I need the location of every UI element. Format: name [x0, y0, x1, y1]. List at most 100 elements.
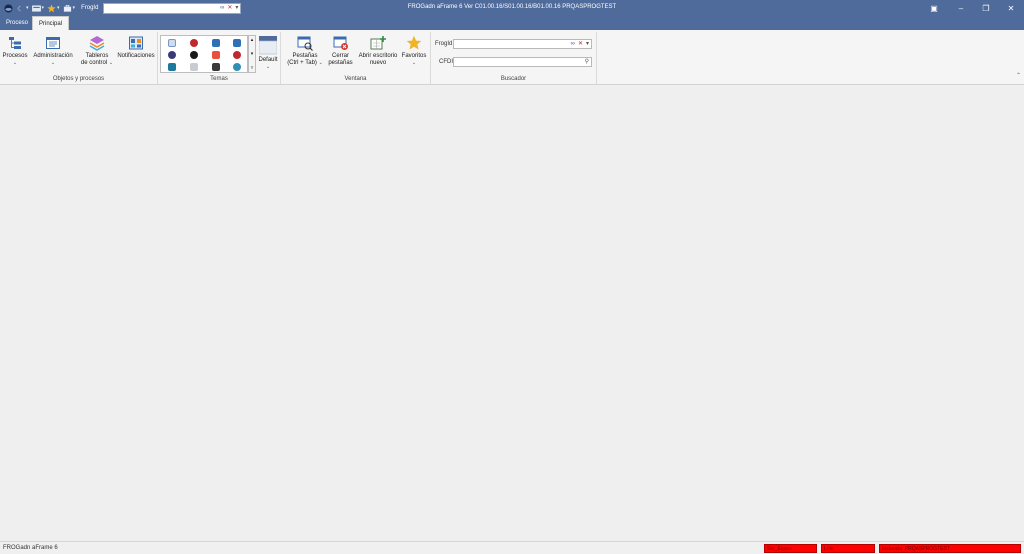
tableros-label-2-text: de control [80, 60, 108, 66]
tab-principal[interactable]: Principal [32, 16, 70, 30]
group-objetos-y-procesos: Procesos ⌄ Administración ⌄ Tableros de … [0, 32, 158, 84]
chevron-down-icon: ⌄ [12, 60, 18, 66]
chevron-down-icon: ▾ [72, 5, 76, 11]
group-temas: ▴ ▾ ▿ Default ⌄ Temas [158, 32, 281, 84]
close-button[interactable]: ✕ [998, 0, 1024, 16]
chevron-down-icon: ▾ [26, 5, 29, 11]
tab-proceso[interactable]: Proceso [0, 16, 34, 30]
theme-swatch-8[interactable] [233, 51, 241, 59]
theme-swatch-5[interactable] [168, 51, 176, 59]
status-app-name: FROGadn aFrame 6 [3, 545, 58, 551]
undo-button[interactable]: ▾ [16, 2, 29, 14]
tableros-icon [89, 36, 105, 51]
star-icon [47, 3, 56, 12]
theme-swatch-4[interactable] [233, 39, 241, 47]
frogid-quick-search[interactable]: ∞ ✕ ▾ [103, 2, 242, 14]
cerrar-pestanas-button[interactable]: Cerrar pestañas [327, 35, 354, 67]
title-bar: ▾ ▾ ▾ ▾ FrogId ∞ ✕ ▾ FROGadn aFrame 6 Ve… [0, 0, 1024, 16]
frogid-search-label: FrogId [435, 41, 453, 47]
frogid-label: FrogId [81, 5, 99, 11]
notificaciones-label: Notificaciones [117, 53, 155, 59]
administracion-icon [46, 37, 60, 49]
maximize-button[interactable]: ❐ [973, 0, 999, 16]
gallery-expand-icon[interactable]: ▿ [251, 65, 254, 71]
theme-gallery-scroll[interactable]: ▴ ▾ ▿ [248, 35, 256, 73]
administracion-button[interactable]: Administración ⌄ [33, 35, 73, 67]
status-panel-1: Ser_Espeo [764, 544, 817, 553]
scroll-up-icon[interactable]: ▴ [251, 37, 254, 43]
notificaciones-button[interactable]: Notificaciones [117, 35, 155, 60]
star-icon [406, 35, 422, 50]
binoculars-icon[interactable]: ∞ [571, 41, 575, 47]
quick-access-toolbar: ▾ ▾ ▾ ▾ FrogId ∞ ✕ ▾ [4, 2, 242, 14]
pestanas-label-1: Pestañas [292, 53, 318, 59]
layout-icon [31, 5, 41, 11]
chevron-down-icon: ⌄ [50, 60, 56, 66]
restore-layout-button[interactable]: ▣ [921, 0, 947, 16]
tableros-label-1: Tableros [85, 53, 109, 59]
cerrar-label-1: Cerrar [331, 53, 349, 59]
procesos-label: Procesos [2, 53, 28, 59]
clear-icon[interactable]: ✕ [227, 5, 232, 11]
theme-swatch-1[interactable] [168, 39, 176, 47]
frogid-search-input[interactable]: ∞ ✕ ▾ [453, 39, 592, 49]
collapse-ribbon-icon[interactable]: ⌃ [1016, 72, 1021, 79]
theme-swatch-11[interactable] [212, 63, 220, 71]
theme-swatch-3[interactable] [212, 39, 220, 47]
tools-quick-button[interactable]: ▾ [63, 2, 76, 14]
chevron-down-icon: ⌄ [108, 60, 114, 66]
group-buscador: FrogId ∞ ✕ ▾ CFDI ⚲ Buscador [431, 32, 597, 84]
panel-icon: ▣ [930, 3, 938, 13]
cfdi-search-input[interactable]: ⚲ [453, 57, 592, 67]
theme-gallery[interactable] [160, 35, 248, 73]
search-icon[interactable]: ⚲ [585, 59, 589, 65]
tableros-de-control-button[interactable]: Tableros de control ⌄ [80, 35, 114, 67]
theme-swatch-9[interactable] [168, 63, 176, 71]
procesos-button[interactable]: Procesos ⌄ [2, 35, 28, 67]
layout-button[interactable]: ▾ [31, 2, 45, 14]
abrir-escritorio-button[interactable]: Abrir escritorio nuevo [357, 35, 399, 67]
briefcase-icon [63, 4, 71, 12]
ribbon: Procesos ⌄ Administración ⌄ Tableros de … [0, 30, 1024, 85]
pestanas-label-2-text: (Ctrl + Tab) [287, 60, 317, 66]
pestanas-button[interactable]: Pestañas (Ctrl + Tab) ⌄ [284, 35, 326, 67]
favoritos-label: Favoritos [401, 53, 427, 59]
pestanas-icon [297, 36, 313, 51]
theme-swatch-7[interactable] [212, 51, 220, 59]
status-panel-2: Lote [821, 544, 875, 553]
binoculars-icon[interactable]: ∞ [220, 5, 224, 11]
theme-swatch-2[interactable] [190, 39, 198, 47]
theme-swatch-6[interactable] [190, 51, 198, 59]
chevron-down-icon[interactable]: ▾ [586, 41, 589, 47]
theme-swatch-12[interactable] [233, 63, 241, 71]
tableros-label-2: de control ⌄ [81, 60, 113, 67]
minimize-icon: – [958, 3, 964, 13]
chevron-down-icon: ▾ [57, 5, 60, 11]
chevron-down-icon: ▾ [41, 5, 45, 11]
undo-icon [17, 4, 21, 12]
chevron-down-icon: ⌄ [265, 64, 271, 70]
minimize-button[interactable]: – [948, 0, 974, 16]
procesos-icon [9, 37, 21, 49]
chevron-down-icon: ⌄ [318, 60, 323, 66]
group-label-ventana: Ventana [344, 76, 367, 82]
group-ventana: Pestañas (Ctrl + Tab) ⌄ Cerrar pestañas … [281, 32, 431, 84]
workspace-area [0, 85, 1024, 541]
theme-default-button[interactable]: Default ⌄ [257, 35, 279, 71]
cerrar-pestanas-icon [333, 36, 348, 50]
app-logo-icon [4, 3, 13, 13]
chevron-down-icon[interactable]: ▾ [235, 5, 238, 11]
pestanas-label-2: (Ctrl + Tab) ⌄ [287, 60, 323, 67]
status-panel-3: Instancia: PRQASPROGTEST [879, 544, 1021, 553]
favorites-quick-button[interactable]: ▾ [47, 2, 60, 14]
theme-swatch-10[interactable] [190, 63, 198, 71]
favoritos-button[interactable]: Favoritos ⌄ [399, 35, 429, 67]
scroll-down-icon[interactable]: ▾ [251, 51, 254, 57]
group-label-buscador: Buscador [500, 76, 527, 82]
app-menu-button[interactable] [4, 2, 13, 14]
cfdi-label: CFDI [439, 59, 453, 65]
abrir-label-2: nuevo [369, 60, 387, 66]
clear-icon[interactable]: ✕ [578, 41, 583, 47]
group-label-objetos: Objetos y procesos [52, 76, 105, 82]
status-bar: FROGadn aFrame 6 Ser_Espeo Lote Instanci… [0, 541, 1024, 554]
